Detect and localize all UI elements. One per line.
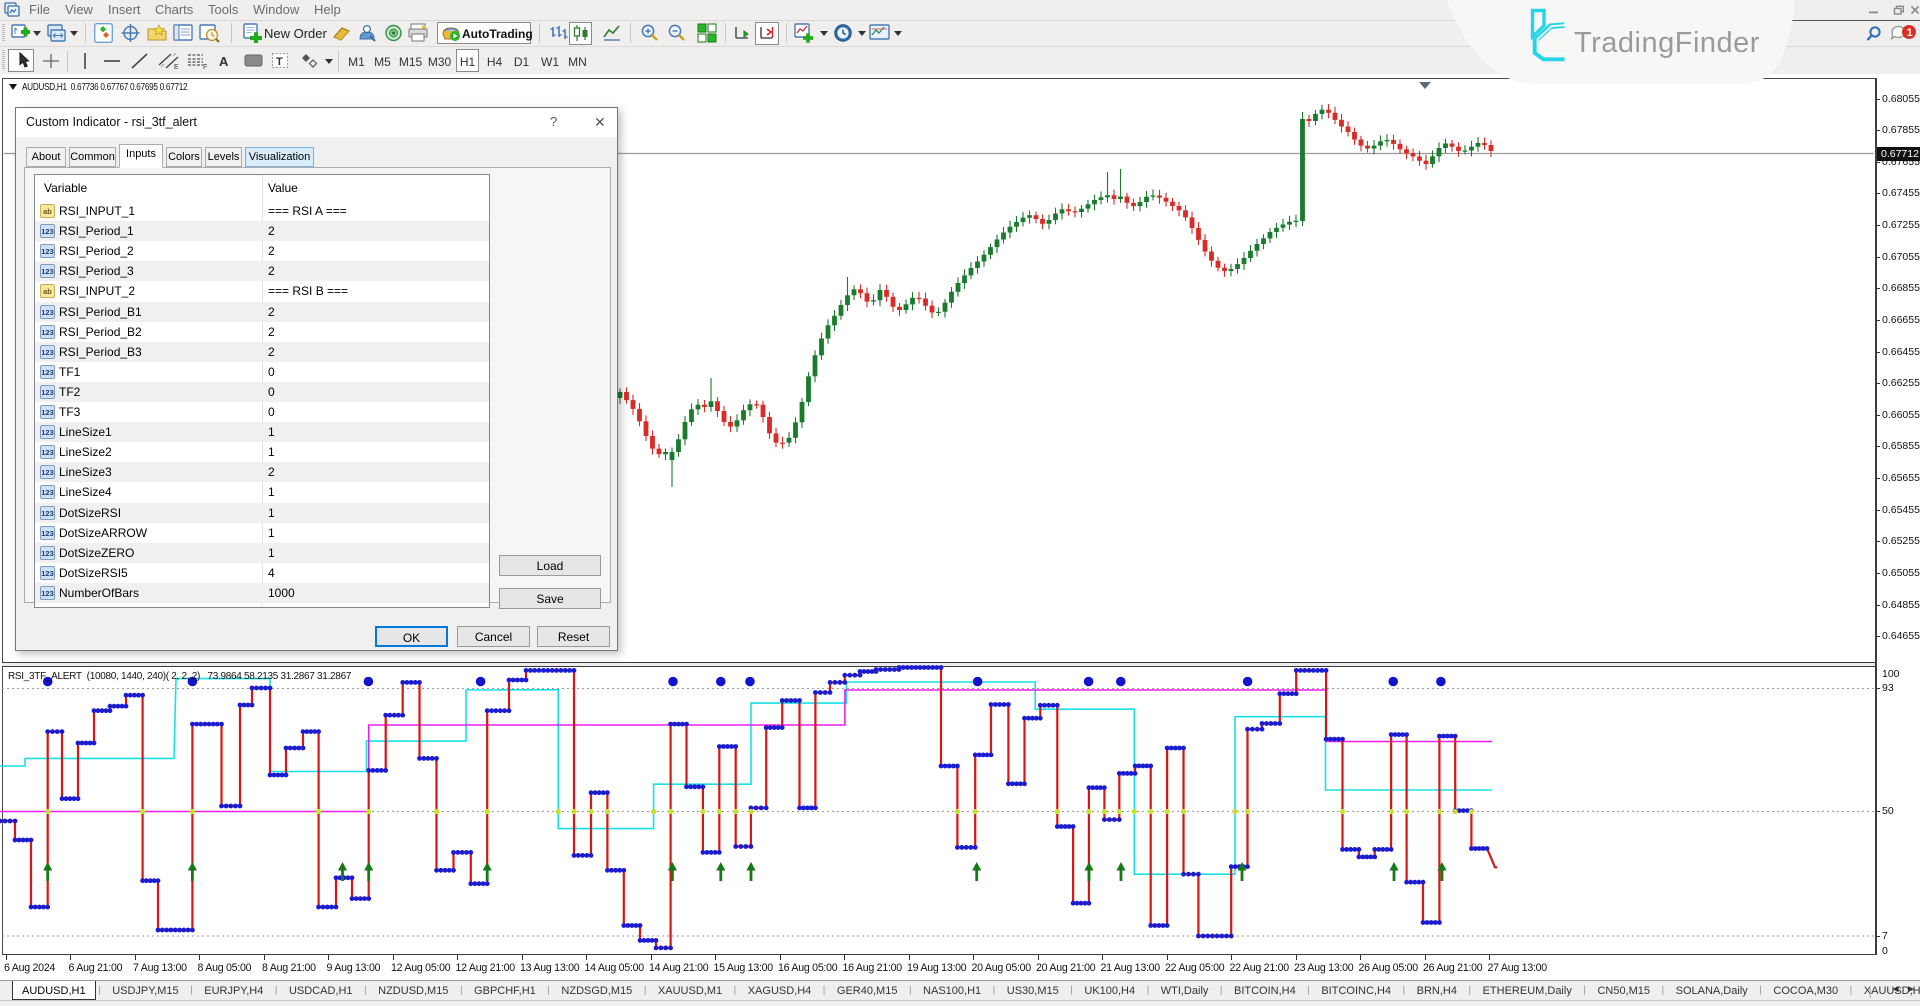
svg-text:1: 1 [1907,27,1913,39]
svg-text:TradingFinder: TradingFinder [1574,27,1760,59]
